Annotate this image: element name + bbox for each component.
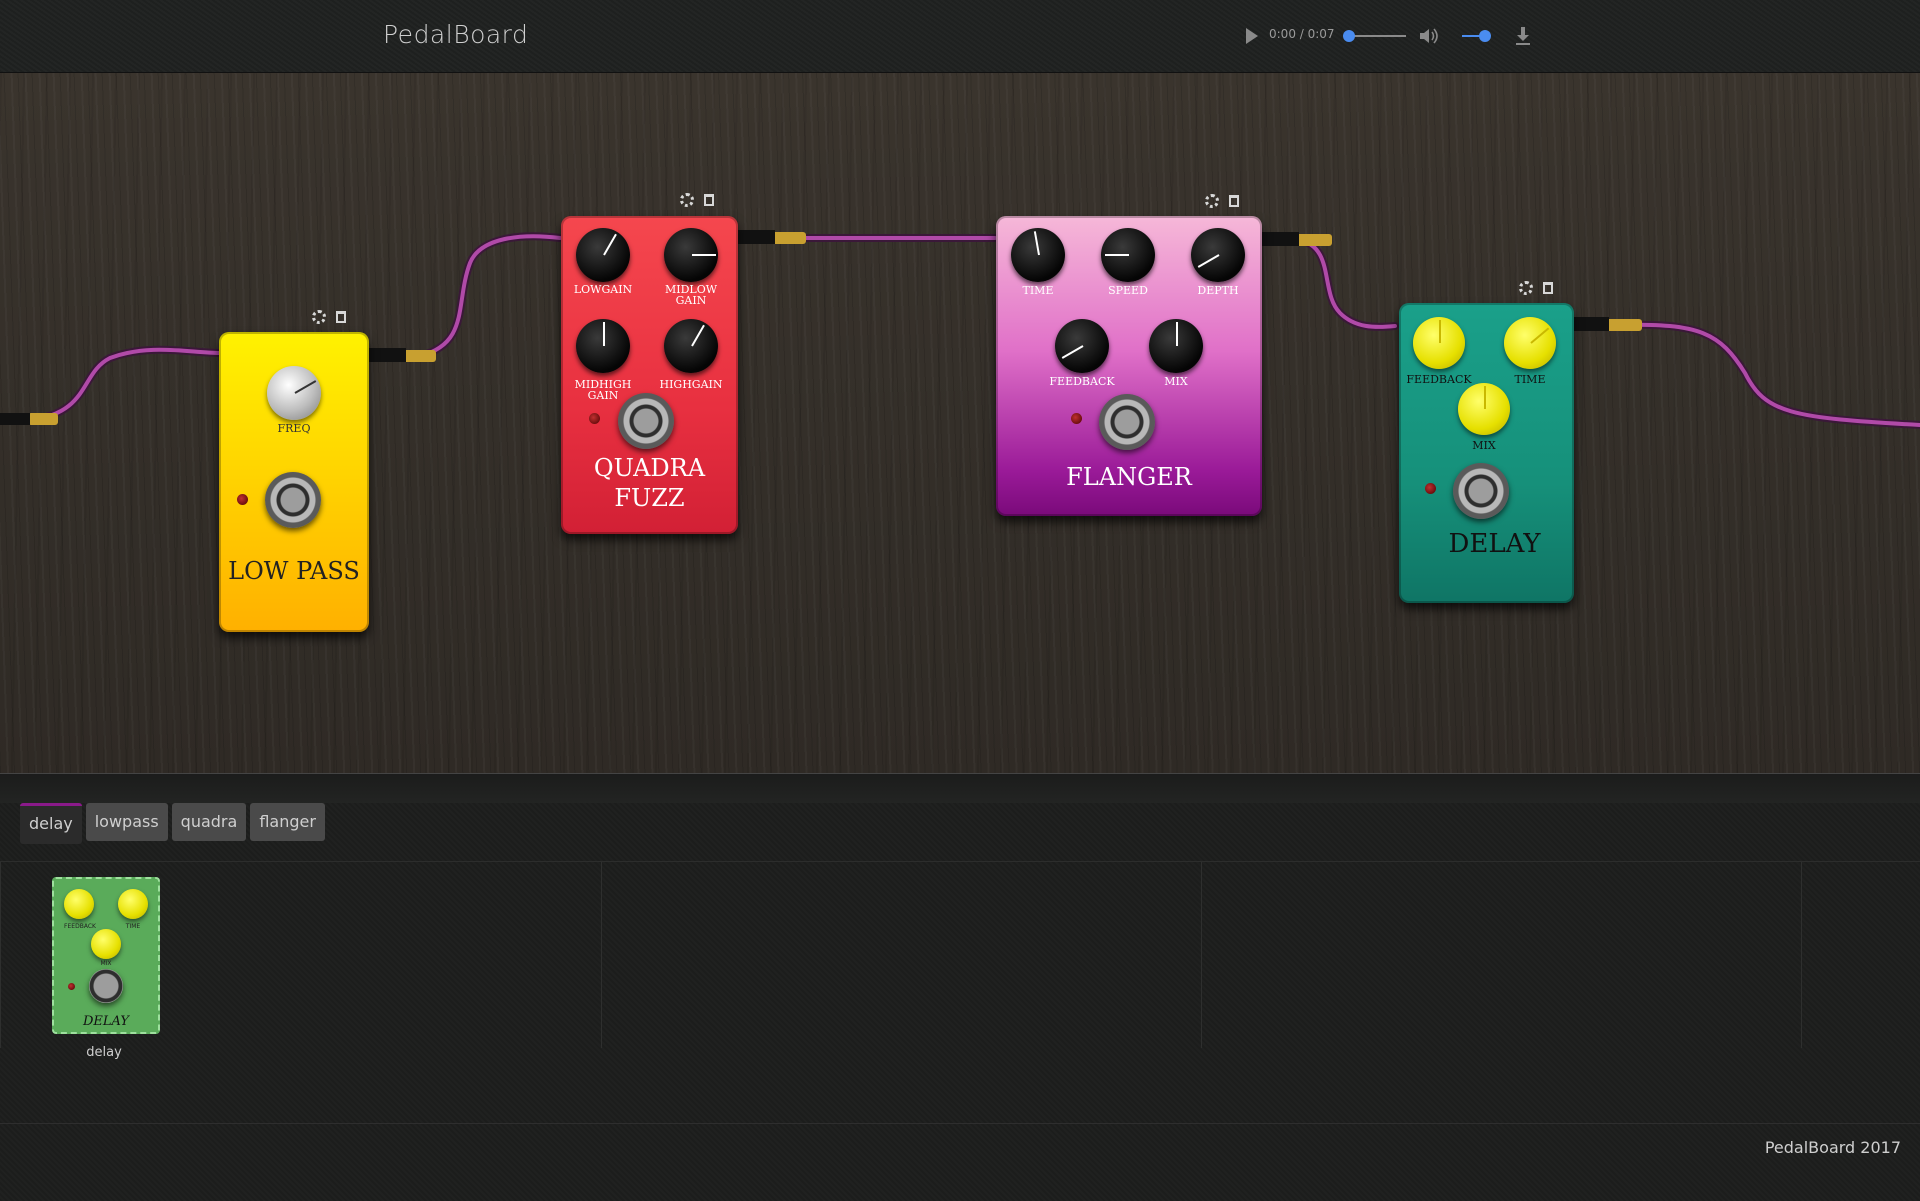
pedal-delay[interactable]: FEEDBACK TIME MIX DELAY [1399, 303, 1574, 603]
thumb-knob-label: TIME [125, 923, 141, 930]
thumb-knob [64, 889, 94, 919]
mix-knob[interactable] [1458, 383, 1510, 435]
knob-label: DEPTH [1197, 284, 1239, 297]
settings-gear-icon[interactable] [312, 310, 326, 324]
grid-divider [601, 862, 602, 1048]
pedal-board: FREQ LOW PASS LOWGAIN MIDLOW GAIN MIDHIG… [0, 73, 1920, 773]
thumb-knob [91, 929, 121, 959]
palette-tabs: delay lowpass quadra flanger [20, 803, 325, 844]
footer: PedalBoard 2017 [0, 1123, 1920, 1201]
depth-knob[interactable] [1191, 228, 1245, 282]
delete-trash-icon[interactable] [704, 194, 714, 206]
thumb-knob-label: FEEDBACK [64, 923, 96, 930]
pedal-name: LOW PASS [228, 557, 360, 585]
settings-gear-icon[interactable] [680, 193, 694, 207]
time-readout: 0:00 / 0:07 [1269, 27, 1335, 41]
delete-trash-icon[interactable] [1229, 195, 1239, 207]
progress-track[interactable] [1346, 35, 1406, 37]
feedback-knob[interactable] [1413, 317, 1465, 369]
play-icon[interactable] [1246, 28, 1258, 44]
app-title: PedalBoard [383, 20, 529, 49]
highgain-knob[interactable] [664, 319, 718, 373]
knob-label: SPEED [1108, 284, 1148, 297]
pedal-name-line1: QUADRA [593, 454, 706, 482]
thumb-knob [118, 889, 148, 919]
footer-text: PedalBoard 2017 [1764, 1138, 1901, 1157]
midhigh-gain-knob[interactable] [576, 319, 630, 373]
board-edge [0, 773, 1920, 804]
footswitch[interactable] [1099, 394, 1155, 450]
tab-delay[interactable]: delay [20, 803, 82, 844]
settings-gear-icon[interactable] [1205, 194, 1219, 208]
knob-label: TIME [1022, 284, 1054, 297]
status-led [237, 494, 248, 505]
delete-trash-icon[interactable] [1543, 282, 1553, 294]
pedal-quadrafuzz[interactable]: LOWGAIN MIDLOW GAIN MIDHIGH GAIN HIGHGAI… [561, 216, 738, 534]
thumb-footswitch [89, 969, 123, 1003]
knob-label: FEEDBACK [1406, 373, 1472, 386]
pedal-name-line2: FUZZ [614, 484, 685, 512]
volume-icon[interactable] [1418, 26, 1440, 46]
mix-knob[interactable] [1149, 319, 1203, 373]
knob-label: TIME [1514, 373, 1546, 386]
status-led [1071, 413, 1082, 424]
quadrafuzz-tools [680, 193, 724, 209]
time-knob[interactable] [1011, 228, 1065, 282]
time-knob[interactable] [1504, 317, 1556, 369]
lowgain-knob[interactable] [576, 228, 630, 282]
footswitch[interactable] [1453, 463, 1509, 519]
status-led [1425, 483, 1436, 494]
thumb-knob-label: MIX [100, 960, 112, 967]
tab-lowpass[interactable]: lowpass [85, 803, 168, 841]
knob-label: MIDHIGH GAIN [574, 378, 632, 402]
delete-trash-icon[interactable] [336, 311, 346, 323]
lowpass-tools [312, 310, 356, 326]
pedal-name: FLANGER [1066, 463, 1192, 491]
footswitch[interactable] [265, 472, 321, 528]
pedal-name: DELAY [1448, 529, 1541, 559]
knob-label: FREQ [277, 422, 311, 435]
delay-tools [1519, 281, 1563, 297]
download-icon[interactable] [1514, 26, 1532, 46]
feedback-knob[interactable] [1055, 319, 1109, 373]
status-led [589, 413, 600, 424]
thumb-led [68, 983, 75, 990]
pedal-flanger[interactable]: TIME SPEED DEPTH FEEDBACK MIX FLANGER [996, 216, 1262, 516]
progress-thumb[interactable] [1343, 30, 1355, 42]
volume-thumb[interactable] [1479, 30, 1491, 42]
pedal-lowpass[interactable]: FREQ LOW PASS [219, 332, 369, 632]
midlow-gain-knob[interactable] [664, 228, 718, 282]
freq-knob[interactable] [267, 366, 321, 420]
speed-knob[interactable] [1101, 228, 1155, 282]
delay-pedal-thumbnail[interactable]: FEEDBACK TIME MIX DELAY [52, 877, 160, 1034]
flanger-tools [1205, 194, 1249, 210]
grid-divider [1201, 862, 1202, 1048]
knob-label: FEEDBACK [1049, 375, 1115, 388]
thumbnail-caption: delay [86, 1045, 122, 1060]
tab-flanger[interactable]: flanger [250, 803, 325, 841]
grid-divider [1801, 862, 1802, 1048]
audio-player: 0:00 / 0:07 [1246, 24, 1536, 48]
knob-label: LOWGAIN [573, 283, 633, 296]
knob-label: HIGHGAIN [659, 378, 723, 391]
knob-label: MIX [1472, 439, 1496, 452]
tab-quadra[interactable]: quadra [171, 803, 247, 841]
knob-label: MIDLOW GAIN [664, 283, 718, 307]
knob-label: MIX [1164, 375, 1188, 388]
palette-grid [0, 861, 1920, 1048]
thumb-pedal-name: DELAY [83, 1014, 129, 1029]
header-bar: PedalBoard 0:00 / 0:07 [0, 0, 1920, 73]
footswitch[interactable] [618, 393, 674, 449]
settings-gear-icon[interactable] [1519, 281, 1533, 295]
grid-divider [0, 862, 1, 1048]
